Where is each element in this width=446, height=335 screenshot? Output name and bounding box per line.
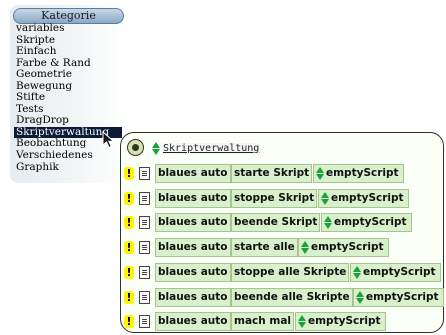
run-once-icon[interactable]: ! [124, 191, 134, 205]
script-sheet-icon[interactable] [139, 265, 150, 279]
category-item[interactable]: Einfach [16, 46, 122, 58]
script-argument[interactable]: emptyScript [326, 164, 399, 183]
updown-arrows-icon[interactable] [301, 241, 310, 255]
updown-arrows-icon[interactable] [353, 265, 362, 279]
object-name-tile[interactable]: blaues auto [155, 213, 231, 233]
object-name-tile[interactable]: blaues auto [155, 188, 231, 208]
script-argument[interactable]: emptyScript [366, 288, 439, 307]
command-tile[interactable]: beende Skript [231, 213, 321, 233]
run-once-icon[interactable]: ! [124, 241, 134, 255]
updown-arrows-icon[interactable] [316, 167, 325, 180]
object-name-tile[interactable]: blaues auto [155, 287, 231, 307]
script-argument[interactable]: emptyScript [334, 213, 407, 232]
category-item[interactable]: Verschiedenes [16, 149, 122, 162]
command-tile[interactable]: starte alle [231, 238, 298, 258]
command-tile[interactable]: stoppe Skript [231, 188, 318, 208]
script-sheet-icon[interactable] [139, 191, 150, 205]
run-once-icon[interactable]: ! [124, 265, 134, 279]
script-sheet-icon[interactable] [139, 241, 150, 255]
updown-arrows-icon[interactable] [152, 142, 161, 155]
updown-arrows-icon[interactable] [321, 191, 330, 205]
object-name-tile[interactable]: blaues auto [155, 262, 231, 282]
object-name-tile[interactable]: blaues auto [155, 312, 231, 332]
object-name-tile[interactable]: blaues auto [155, 238, 231, 258]
category-item[interactable]: variables [16, 22, 122, 35]
script-panel: Skriptverwaltung ! blaues auto starte Skri… [120, 132, 444, 333]
object-name-tile[interactable]: blaues auto [155, 164, 231, 183]
run-once-icon[interactable]: ! [124, 167, 134, 180]
category-panel: Kategorie variables Skripte Einfach Farb… [10, 5, 126, 183]
category-item[interactable]: Geometrie [16, 69, 122, 81]
category-list: variables Skripte Einfach Farbe & Rand G… [14, 22, 122, 174]
script-sheet-icon[interactable] [139, 216, 150, 230]
script-sheet-icon[interactable] [139, 167, 150, 180]
script-argument[interactable]: emptyScript [331, 189, 404, 208]
command-tile[interactable]: mach mal [231, 312, 295, 332]
command-tile[interactable]: starte Skript [231, 164, 313, 183]
mouse-pointer-icon [102, 131, 115, 149]
updown-arrows-icon[interactable] [356, 290, 365, 304]
script-argument[interactable]: emptyScript [308, 312, 381, 331]
category-title[interactable]: Skriptverwaltung [163, 143, 260, 154]
script-sheet-icon[interactable] [139, 315, 150, 329]
updown-arrows-icon[interactable] [298, 315, 307, 329]
script-argument[interactable]: emptyScript [311, 238, 384, 257]
run-once-icon[interactable]: ! [124, 216, 134, 230]
script-sheet-icon[interactable] [139, 290, 150, 304]
collapse-button[interactable] [127, 139, 144, 156]
run-once-icon[interactable]: ! [124, 315, 134, 329]
updown-arrows-icon[interactable] [324, 216, 333, 230]
script-argument[interactable]: emptyScript [363, 263, 436, 282]
command-tile[interactable]: beende alle Skripte [231, 287, 353, 307]
run-once-icon[interactable]: ! [124, 290, 134, 304]
command-tile[interactable]: stoppe alle Skripte [231, 262, 350, 282]
category-item[interactable]: Graphik [16, 161, 122, 174]
